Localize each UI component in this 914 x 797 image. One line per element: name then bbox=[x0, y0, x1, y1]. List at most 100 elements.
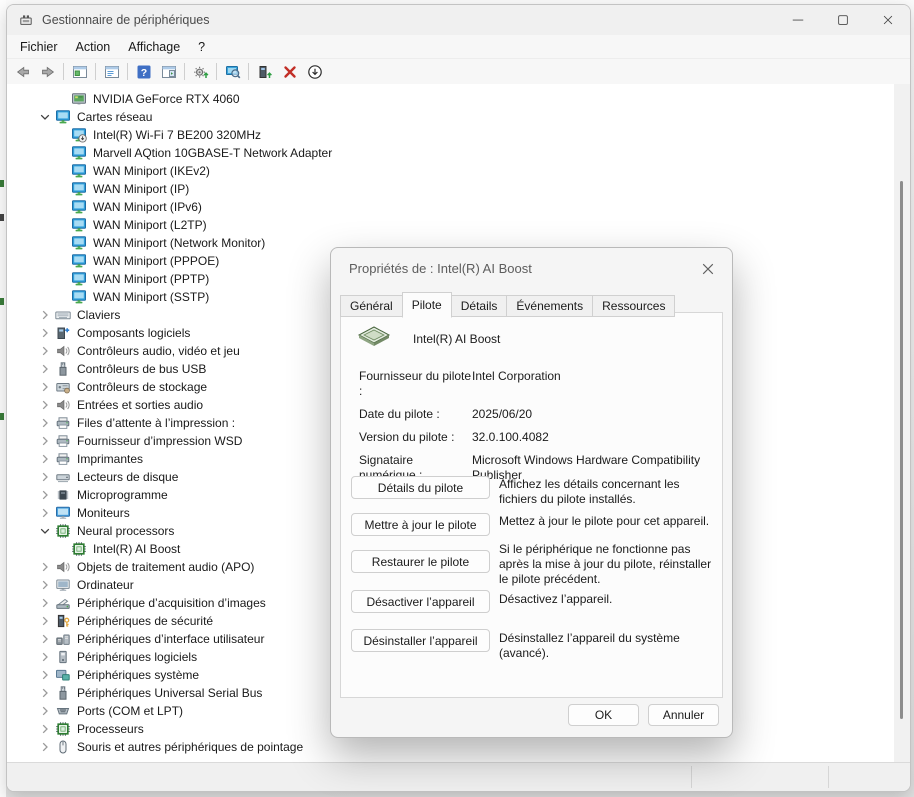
chevron-right-icon[interactable] bbox=[35, 361, 55, 377]
chevron-right-icon[interactable] bbox=[35, 739, 55, 755]
update-driver-button[interactable]: Mettre à jour le pilote bbox=[351, 513, 490, 536]
chevron-right-icon[interactable] bbox=[35, 325, 55, 341]
monitor-icon bbox=[55, 505, 71, 521]
audio-icon bbox=[55, 343, 71, 359]
disable-icon bbox=[307, 64, 323, 80]
menu-affichage[interactable]: Affichage bbox=[119, 38, 189, 56]
tab-pilote[interactable]: Pilote bbox=[402, 292, 452, 318]
tree-item-label: NVIDIA GeForce RTX 4060 bbox=[91, 92, 242, 106]
chevron-right-icon[interactable] bbox=[35, 631, 55, 647]
tab-ressources[interactable]: Ressources bbox=[592, 295, 675, 317]
chevron-right-icon[interactable] bbox=[35, 469, 55, 485]
action-pane-button[interactable] bbox=[156, 61, 181, 83]
tab-evenements[interactable]: Événements bbox=[506, 295, 593, 317]
disable-device-button[interactable]: Désactiver l’appareil bbox=[351, 590, 490, 613]
tree-item-label: Contrôleurs de bus USB bbox=[75, 362, 208, 376]
cancel-button[interactable]: Annuler bbox=[648, 704, 719, 726]
tab-details[interactable]: Détails bbox=[451, 295, 508, 317]
network-adapter-icon bbox=[55, 109, 71, 125]
vertical-scrollbar[interactable] bbox=[894, 84, 910, 763]
tree-item[interactable]: Marvell AQtion 10GBASE-T Network Adapter bbox=[7, 144, 894, 162]
hid-icon bbox=[55, 631, 71, 647]
back-button[interactable] bbox=[10, 61, 35, 83]
chevron-down-icon[interactable] bbox=[35, 523, 55, 539]
update-driver-button[interactable] bbox=[188, 61, 213, 83]
chevron-right-icon[interactable] bbox=[35, 559, 55, 575]
chevron-right-icon[interactable] bbox=[35, 451, 55, 467]
action-description: Désactivez l’appareil. bbox=[499, 592, 714, 607]
forward-button[interactable] bbox=[35, 61, 60, 83]
dialog-close-icon[interactable] bbox=[697, 258, 719, 280]
chevron-right-icon[interactable] bbox=[35, 433, 55, 449]
titlebar[interactable]: Gestionnaire de périphériques bbox=[7, 5, 910, 35]
tree-item-label: Contrôleurs de stockage bbox=[75, 380, 209, 394]
tree-item[interactable]: WAN Miniport (IPv6) bbox=[7, 198, 894, 216]
chevron-right-icon[interactable] bbox=[35, 307, 55, 323]
tree-item[interactable]: Souris et autres périphériques de pointa… bbox=[7, 738, 894, 756]
toolbar-separator bbox=[63, 63, 64, 80]
tree-item[interactable]: WAN Miniport (IKEv2) bbox=[7, 162, 894, 180]
chevron-right-icon[interactable] bbox=[35, 685, 55, 701]
audio-icon bbox=[55, 559, 71, 575]
menu-help[interactable]: ? bbox=[189, 38, 214, 56]
chevron-right-icon[interactable] bbox=[35, 667, 55, 683]
menu-action[interactable]: Action bbox=[67, 38, 120, 56]
tab-general[interactable]: Général bbox=[340, 295, 403, 317]
chevron-right-icon[interactable] bbox=[35, 649, 55, 665]
maximize-button[interactable] bbox=[820, 5, 865, 35]
update-device-button[interactable] bbox=[252, 61, 277, 83]
tree-item-label: WAN Miniport (PPPOE) bbox=[91, 254, 221, 268]
tree-item-label: Périphériques logiciels bbox=[75, 650, 199, 664]
printer-icon bbox=[55, 451, 71, 467]
chevron-right-icon[interactable] bbox=[35, 595, 55, 611]
tree-item[interactable]: Cartes réseau bbox=[7, 108, 894, 126]
chevron-right-icon[interactable] bbox=[35, 505, 55, 521]
background-text-fragment bbox=[0, 298, 4, 305]
toolbar-separator bbox=[127, 63, 128, 80]
ok-button[interactable]: OK bbox=[568, 704, 639, 726]
tree-item[interactable]: Intel(R) Wi-Fi 7 BE200 320MHz bbox=[7, 126, 894, 144]
scrollbar-thumb[interactable] bbox=[900, 181, 903, 719]
field-value: 32.0.100.4082 bbox=[472, 430, 714, 445]
menu-fichier[interactable]: Fichier bbox=[11, 38, 67, 56]
properties-button[interactable] bbox=[99, 61, 124, 83]
usb-icon bbox=[55, 361, 71, 377]
properties-dialog: Propriétés de : Intel(R) AI Boost Généra… bbox=[330, 247, 733, 738]
action-pane-icon bbox=[161, 64, 177, 80]
disable-device-button[interactable] bbox=[302, 61, 327, 83]
minimize-button[interactable] bbox=[775, 5, 820, 35]
tree-item[interactable]: WAN Miniport (IP) bbox=[7, 180, 894, 198]
desktop: Gestionnaire de périphériques FichierAct… bbox=[0, 0, 914, 797]
chevron-right-icon[interactable] bbox=[35, 379, 55, 395]
chevron-right-icon[interactable] bbox=[35, 703, 55, 719]
uninstall-icon bbox=[282, 64, 298, 80]
scan-hardware-changes-button[interactable] bbox=[220, 61, 245, 83]
field-value: Intel Corporation bbox=[472, 369, 714, 399]
keyboard-icon bbox=[55, 307, 71, 323]
network-adapter-icon bbox=[71, 181, 87, 197]
chevron-right-icon[interactable] bbox=[35, 577, 55, 593]
tree-item-label: Imprimantes bbox=[75, 452, 145, 466]
roll-back-driver-button[interactable]: Restaurer le pilote bbox=[351, 550, 490, 573]
network-adapter-icon bbox=[71, 253, 87, 269]
uninstall-device-button[interactable] bbox=[277, 61, 302, 83]
chevron-right-icon[interactable] bbox=[35, 721, 55, 737]
help-button[interactable]: ? bbox=[131, 61, 156, 83]
chevron-right-icon[interactable] bbox=[35, 343, 55, 359]
action-description: Désinstallez l’appareil du système (avan… bbox=[499, 631, 714, 661]
tree-item-label: Périphérique d’acquisition d’images bbox=[75, 596, 268, 610]
chevron-right-icon[interactable] bbox=[35, 415, 55, 431]
tree-item[interactable]: NVIDIA GeForce RTX 4060 bbox=[7, 90, 894, 108]
close-button[interactable] bbox=[865, 5, 910, 35]
chevron-right-icon[interactable] bbox=[35, 487, 55, 503]
chevron-right-icon[interactable] bbox=[35, 397, 55, 413]
console-tree-button[interactable] bbox=[67, 61, 92, 83]
tree-item[interactable]: WAN Miniport (L2TP) bbox=[7, 216, 894, 234]
chevron-right-icon[interactable] bbox=[35, 613, 55, 629]
chevron-down-icon[interactable] bbox=[35, 109, 55, 125]
driver-details-button[interactable]: Détails du pilote bbox=[351, 476, 490, 499]
field-value: 2025/06/20 bbox=[472, 407, 714, 422]
firmware-icon bbox=[55, 487, 71, 503]
tree-item-label: WAN Miniport (PPTP) bbox=[91, 272, 211, 286]
uninstall-device-button[interactable]: Désinstaller l’appareil bbox=[351, 629, 490, 652]
